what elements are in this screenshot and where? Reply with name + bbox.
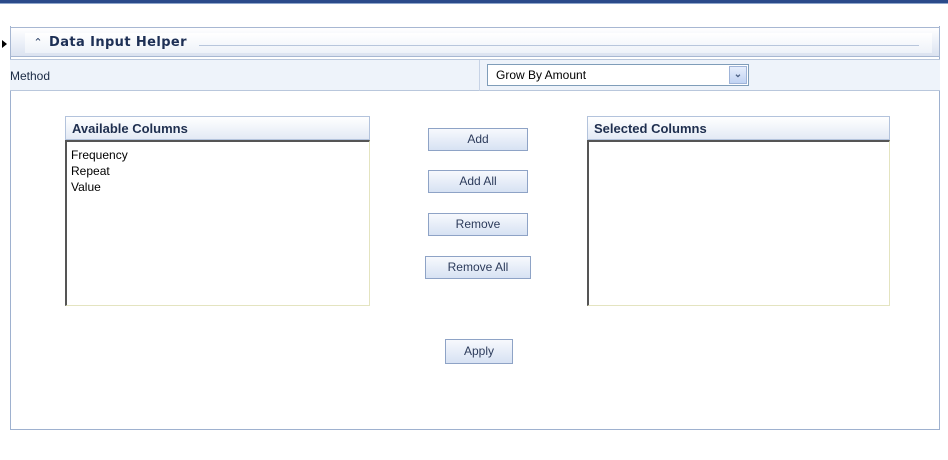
available-columns-title: Available Columns <box>72 121 188 136</box>
row-marker-icon <box>2 40 7 48</box>
add-button[interactable]: Add <box>428 128 528 151</box>
list-item[interactable]: Frequency <box>67 147 369 163</box>
available-columns-header: Available Columns <box>65 116 370 140</box>
method-select[interactable]: Grow By Amount ⌄ <box>487 64 749 86</box>
list-item[interactable]: Value <box>67 179 369 195</box>
list-item[interactable]: Repeat <box>67 163 369 179</box>
panel-header: ⌃ Data Input Helper <box>10 27 940 57</box>
available-columns-box: Available Columns Frequency Repeat Value <box>65 116 370 306</box>
panel-title: Data Input Helper <box>49 35 187 50</box>
add-all-button[interactable]: Add All <box>428 170 528 193</box>
header-divider <box>199 45 919 46</box>
selected-columns-box: Selected Columns <box>587 116 890 306</box>
method-row: Method Grow By Amount ⌄ <box>10 59 940 91</box>
remove-all-button[interactable]: Remove All <box>425 256 531 279</box>
method-divider <box>479 60 480 91</box>
method-label: Method <box>10 69 51 83</box>
selected-columns-list[interactable] <box>587 140 890 306</box>
apply-button[interactable]: Apply <box>445 339 513 364</box>
chevron-down-icon[interactable]: ⌄ <box>729 66 747 84</box>
panel-header-inner: ⌃ Data Input Helper <box>25 33 932 53</box>
method-select-value: Grow By Amount <box>496 68 587 82</box>
selected-columns-title: Selected Columns <box>594 121 707 136</box>
selected-columns-header: Selected Columns <box>587 116 890 140</box>
remove-button[interactable]: Remove <box>428 213 528 236</box>
top-rule-shadow <box>0 3 948 4</box>
available-columns-list[interactable]: Frequency Repeat Value <box>65 140 370 306</box>
double-chevron-up-icon[interactable]: ⌃ <box>31 36 45 50</box>
